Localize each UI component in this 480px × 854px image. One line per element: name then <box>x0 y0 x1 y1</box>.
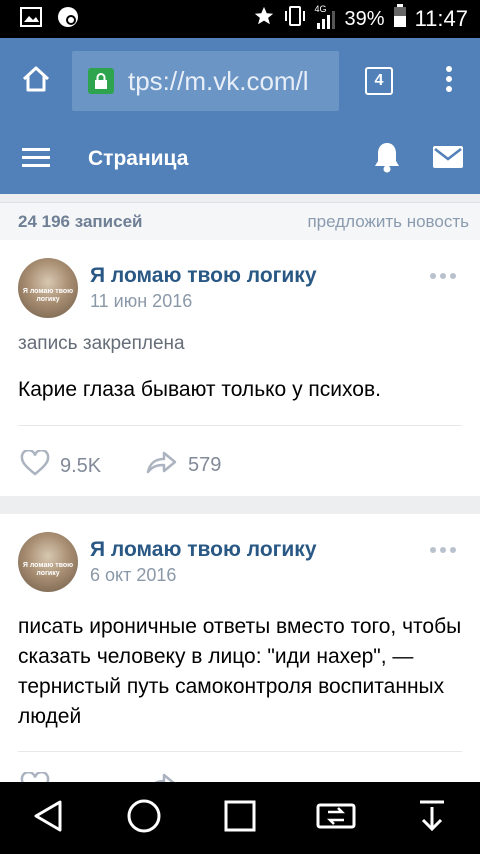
tab-count: 4 <box>374 72 384 89</box>
heart-icon <box>20 448 50 482</box>
page-title: Страница <box>88 147 189 170</box>
vibrate-icon <box>283 5 307 33</box>
notifications-button[interactable] <box>358 124 416 194</box>
app-header: Страница <box>0 124 480 194</box>
divider <box>18 751 462 752</box>
recents-button[interactable] <box>210 788 270 848</box>
bell-icon <box>373 141 401 178</box>
browser-toolbar: tps://m.vk.com/l 4 <box>0 38 480 124</box>
back-button[interactable] <box>18 788 78 848</box>
post-author-link[interactable]: Я ломаю твою логику <box>90 264 317 288</box>
wall-counter-bar: 24 196 записей предложить новость <box>0 202 480 241</box>
post-text: писать ироничные ответы вместо того, что… <box>18 615 462 728</box>
mail-icon <box>432 145 464 174</box>
sync-icon <box>56 5 80 34</box>
share-arrow-icon <box>146 450 178 480</box>
post-author-link[interactable]: Я ломаю твою логику <box>90 538 317 562</box>
clock: 11:47 <box>414 6 468 31</box>
more-options-icon[interactable] <box>430 547 456 553</box>
divider <box>18 425 462 426</box>
system-nav-bar <box>0 782 480 854</box>
url-text: tps://m.vk.com/l <box>128 65 309 96</box>
browser-home-button[interactable] <box>0 38 72 124</box>
messages-button[interactable] <box>416 124 480 194</box>
home-button[interactable] <box>114 788 174 848</box>
wall-post: Я ломаю твою логику Я ломаю твою логику … <box>0 240 480 496</box>
recents-icon <box>224 800 256 837</box>
avatar[interactable]: Я ломаю твою логику <box>18 258 78 318</box>
avatar[interactable]: Я ломаю твою логику <box>18 532 78 592</box>
post-date[interactable]: 6 окт 2016 <box>90 565 176 586</box>
tabs-icon: 4 <box>365 67 393 95</box>
address-bar[interactable]: tps://m.vk.com/l <box>72 51 339 111</box>
battery-percent: 39% <box>344 7 385 30</box>
download-icon <box>417 799 447 838</box>
post-date[interactable]: 11 июн 2016 <box>90 291 192 312</box>
home-circle-icon <box>127 799 161 838</box>
status-bar: 4G 39% 11:47 <box>0 0 480 38</box>
more-options-icon[interactable] <box>430 273 456 279</box>
share-count: 579 <box>188 453 222 476</box>
avatar-caption: Я ломаю твою логику <box>22 562 74 577</box>
screen-switch-icon <box>316 801 356 836</box>
pinned-label: запись закреплена <box>18 333 185 354</box>
network-type-label: 4G <box>314 4 327 14</box>
home-icon <box>21 65 51 98</box>
menu-button[interactable] <box>0 124 72 194</box>
lock-icon <box>88 68 114 94</box>
like-button[interactable]: 9.5K <box>20 448 102 482</box>
post-text: Карие глаза бывают только у психов. <box>18 378 381 401</box>
star-icon <box>253 5 275 33</box>
avatar-caption: Я ломаю твою логику <box>22 288 74 303</box>
signal-icon: 4G <box>315 4 337 30</box>
overflow-menu-icon <box>445 65 453 98</box>
share-button[interactable]: 579 <box>146 450 221 480</box>
download-button[interactable] <box>402 788 462 848</box>
wall-post: Я ломаю твою логику Я ломаю твою логику … <box>0 514 480 798</box>
records-count: 24 196 записей <box>18 212 143 231</box>
browser-menu-button[interactable] <box>419 38 479 124</box>
like-count: 9.5K <box>60 454 102 477</box>
hamburger-menu-icon <box>22 147 50 172</box>
back-icon <box>32 799 64 838</box>
suggest-news-link[interactable]: предложить новость <box>307 212 469 232</box>
image-icon <box>20 6 42 32</box>
battery-icon <box>393 4 407 34</box>
tabs-button[interactable]: 4 <box>339 38 419 124</box>
screen-switch-button[interactable] <box>306 788 366 848</box>
